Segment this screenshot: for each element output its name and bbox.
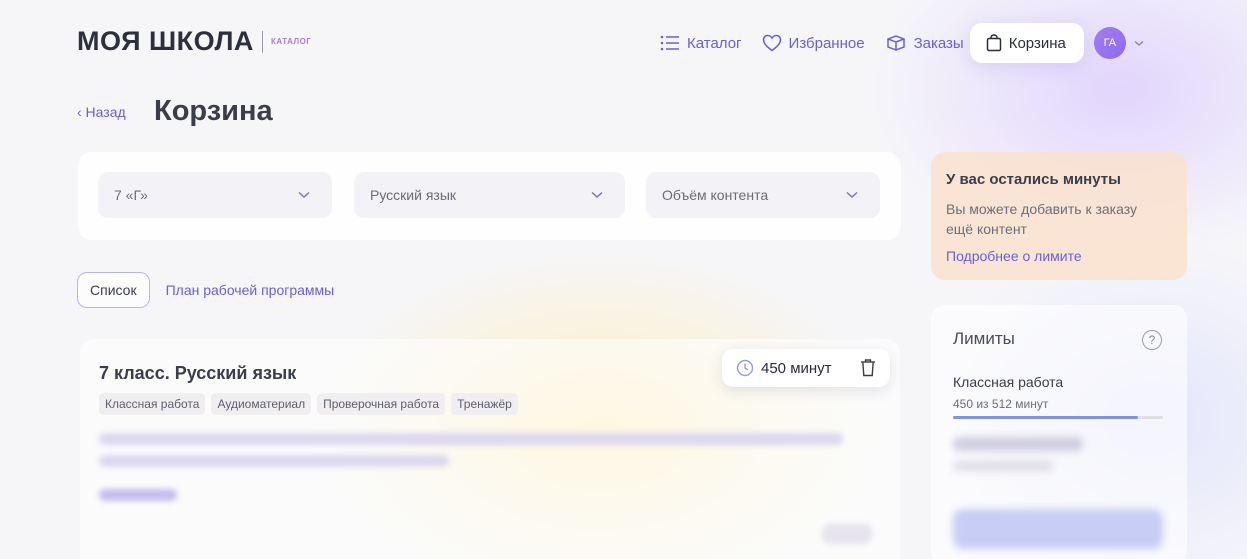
logo[interactable]: МОЯ ШКОЛА КАТАЛОГ <box>77 26 311 57</box>
chevron-down-icon <box>846 191 858 199</box>
main-nav: Каталог Избранное Заказы Корзина ГА <box>660 23 1144 63</box>
chevron-down-icon[interactable] <box>1134 40 1144 47</box>
blurred-limit-label <box>953 437 1083 451</box>
tag-audio: Аудиоматериал <box>211 393 312 415</box>
box-icon <box>886 35 905 51</box>
tag-class-work: Классная работа <box>99 393 206 415</box>
class-work-limit-value: 450 из 512 минут <box>953 397 1049 411</box>
notice-text: Вы можете добавить к заказу ещё контент <box>946 201 1137 237</box>
clock-icon <box>736 359 754 377</box>
back-link[interactable]: ‹ Назад <box>77 104 126 120</box>
nav-catalog[interactable]: Каталог <box>660 35 742 52</box>
blurred-description <box>99 433 843 445</box>
bag-icon <box>986 34 1001 52</box>
card-tags: Классная работа Аудиоматериал Проверочна… <box>99 393 524 415</box>
logo-subtitle: КАТАЛОГ <box>270 37 312 46</box>
class-work-progress <box>953 416 1163 419</box>
logo-divider <box>261 30 263 53</box>
class-work-progress-fill <box>953 416 1138 419</box>
view-switch: Список План рабочей программы <box>77 272 334 308</box>
tag-trainer: Тренажёр <box>451 393 518 415</box>
list-icon <box>660 35 679 51</box>
tab-list[interactable]: Список <box>77 272 150 308</box>
top-header: МОЯ ШКОЛА КАТАЛОГ Каталог Избранное Зака… <box>0 0 1247 84</box>
nav-orders[interactable]: Заказы <box>885 34 964 52</box>
class-select[interactable]: 7 «Г» <box>98 172 332 218</box>
card-title: 7 класс. Русский язык <box>99 363 297 383</box>
blurred-link <box>99 489 177 501</box>
help-icon[interactable]: ? <box>1142 330 1162 350</box>
nav-favorites[interactable]: Избранное <box>762 34 865 52</box>
blurred-button <box>822 524 872 544</box>
minutes-pill: 450 минут <box>722 349 890 387</box>
tab-plan[interactable]: План рабочей программы <box>166 282 335 298</box>
limits-title: Лимиты <box>953 329 1015 348</box>
heart-icon <box>762 34 781 52</box>
filters-panel: 7 «Г» Русский язык Объём контента <box>78 152 901 240</box>
blurred-limit-value <box>953 461 1053 471</box>
blurred-action-button[interactable] <box>953 509 1163 549</box>
nav-cart-label: Корзина <box>1008 34 1066 52</box>
minutes-notice: У вас остались минуты Вы можете добавить… <box>931 152 1187 280</box>
volume-select[interactable]: Объём контента <box>646 172 880 218</box>
nav-favorites-label: Избранное <box>788 34 865 52</box>
limits-panel: Лимиты ? Классная работа 450 из 512 мину… <box>931 305 1187 559</box>
page-title: Корзина <box>154 95 273 127</box>
blurred-description <box>99 455 449 467</box>
subject-select-value: Русский язык <box>370 187 457 203</box>
notice-title: У вас остались минуты <box>946 171 1121 188</box>
subject-select[interactable]: Русский язык <box>354 172 625 218</box>
class-work-limit-label: Классная работа <box>953 374 1064 390</box>
tag-test: Проверочная работа <box>317 393 446 415</box>
limit-info-link[interactable]: Подробнее о лимите <box>946 248 1082 264</box>
nav-catalog-label: Каталог <box>687 34 742 52</box>
trash-icon[interactable] <box>860 358 876 377</box>
chevron-down-icon <box>591 191 603 199</box>
avatar[interactable]: ГА <box>1093 27 1126 59</box>
class-select-value: 7 «Г» <box>114 187 148 203</box>
minutes-value: 450 минут <box>761 359 832 377</box>
nav-cart[interactable]: Корзина <box>969 23 1084 63</box>
nav-orders-label: Заказы <box>913 34 964 52</box>
chevron-down-icon <box>298 191 310 199</box>
logo-text: МОЯ ШКОЛА <box>77 26 254 56</box>
volume-select-value: Объём контента <box>662 187 769 203</box>
